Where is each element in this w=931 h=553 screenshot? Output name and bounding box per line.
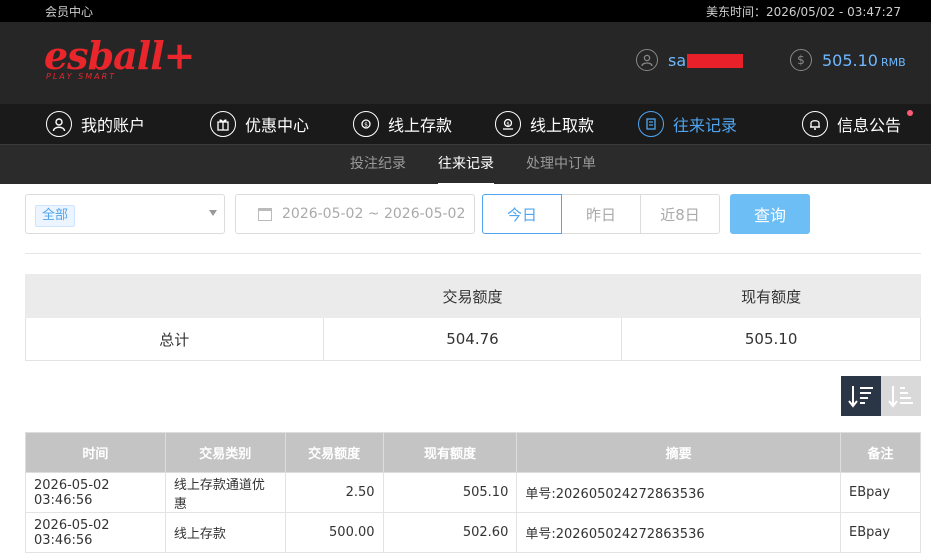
date-range-value: 2026-05-02 ~ 2026-05-02: [282, 206, 466, 222]
cell-time: 2026-05-02 03:46:56: [25, 472, 166, 513]
sub-nav: 投注纪录 往来记录 处理中订单: [0, 144, 931, 185]
summary-header: [25, 274, 324, 318]
summary-header-row: 交易额度 现有额度: [25, 274, 921, 318]
calendar-icon: [258, 207, 272, 221]
nav-transaction-records[interactable]: 往来记录: [638, 104, 737, 144]
date-range-picker[interactable]: 2026-05-02 ~ 2026-05-02: [235, 194, 475, 234]
username-text: sa: [668, 50, 687, 70]
subtab-pending-orders[interactable]: 处理中订单: [526, 145, 596, 185]
summary-cell: 504.76: [322, 317, 623, 361]
today-button[interactable]: 今日: [482, 194, 562, 234]
nav-label: 信息公告: [837, 116, 902, 135]
eastern-time-display: 美东时间：2026/05/02 - 03:47:27: [705, 4, 901, 19]
cell-balance: 505.10: [382, 472, 518, 513]
sort-asc-icon: [888, 386, 913, 408]
cell-remarks: EBpay: [840, 512, 921, 553]
records-table: 时间 交易类别 交易额度 现有额度 摘要 备注 2026-05-02 03:46…: [25, 432, 921, 553]
filter-bar: 全部 2026-05-02 ~ 2026-05-02 今日 昨日 近8日 查询: [0, 194, 931, 234]
column-header-summary: 摘要: [516, 432, 842, 473]
nav-label: 线上取款: [530, 116, 595, 135]
deposit-icon: $: [353, 111, 379, 137]
column-header-remarks: 备注: [840, 432, 921, 473]
summary-row: 总计 504.76 505.10: [25, 317, 921, 361]
cell-type: 线上存款通道优惠: [164, 472, 286, 513]
header: esball+ PLAY SMART sa $ 505.10 RMB: [0, 22, 931, 104]
withdraw-icon: $: [495, 111, 521, 137]
summary-cell: 总计: [25, 317, 324, 361]
column-header-type: 交易类别: [164, 432, 286, 473]
user-info[interactable]: sa: [636, 49, 744, 71]
summary-header: 交易额度: [322, 274, 623, 318]
cell-remarks: EBpay: [840, 472, 921, 513]
notification-dot: [907, 110, 913, 116]
balance-display: 505.10 RMB: [822, 51, 906, 70]
query-button[interactable]: 查询: [730, 194, 810, 234]
table-row: 2026-05-02 03:46:56 线上存款 500.00 502.60 单…: [25, 512, 921, 553]
column-header-balance: 现有额度: [382, 432, 518, 473]
balance-info: $ 505.10 RMB: [790, 49, 906, 71]
svg-text:$: $: [506, 121, 510, 127]
sort-ascending-button[interactable]: [881, 376, 921, 416]
records-header-row: 时间 交易类别 交易额度 现有额度 摘要 备注: [25, 432, 921, 473]
chevron-down-icon: [209, 210, 217, 216]
nav-label: 线上存款: [388, 116, 453, 135]
main-nav: 我的账户 优惠中心 $ 线上存款 $ 线上取款 往来记录 信息公告: [0, 104, 931, 144]
selected-type-tag: 全部: [35, 205, 76, 227]
nav-announcements[interactable]: 信息公告: [802, 104, 901, 144]
balance-value: 505.10: [822, 50, 878, 70]
sort-desc-icon: [848, 386, 873, 408]
transaction-type-select[interactable]: 全部: [25, 194, 225, 234]
nav-label: 往来记录: [673, 116, 738, 135]
cell-summary: 单号:202605024272863536: [516, 472, 842, 513]
cell-amount: 500.00: [284, 512, 384, 553]
summary-cell: 505.10: [621, 317, 921, 361]
nav-online-deposit[interactable]: $ 线上存款: [353, 104, 452, 144]
username: sa: [668, 50, 744, 70]
records-icon: [638, 111, 664, 137]
brand-logo[interactable]: esball+ PLAY SMART: [44, 33, 195, 82]
summary-table: 交易额度 现有额度 总计 504.76 505.10: [25, 274, 921, 361]
cell-time: 2026-05-02 03:46:56: [25, 512, 166, 553]
divider: [25, 253, 921, 254]
cell-amount: 2.50: [284, 472, 384, 513]
user-avatar-icon: [636, 49, 658, 71]
gift-icon: [210, 111, 236, 137]
column-header-time: 时间: [25, 432, 166, 473]
bell-icon: [802, 111, 828, 137]
subtab-transaction-records[interactable]: 往来记录: [438, 145, 494, 185]
user-icon: [46, 111, 72, 137]
member-center-link[interactable]: 会员中心: [45, 3, 93, 20]
cell-summary: 单号:202605024272863536: [516, 512, 842, 553]
svg-text:$: $: [364, 122, 368, 129]
logo-text: esball+: [44, 33, 195, 78]
yesterday-button[interactable]: 昨日: [561, 194, 641, 234]
summary-header: 现有额度: [621, 274, 921, 318]
subtab-bet-records[interactable]: 投注纪录: [350, 145, 406, 185]
sort-descending-button[interactable]: [841, 376, 881, 416]
redaction-bar: [687, 54, 744, 68]
table-row: 2026-05-02 03:46:56 线上存款通道优惠 2.50 505.10…: [25, 472, 921, 513]
nav-label: 我的账户: [81, 116, 146, 135]
nav-online-withdraw[interactable]: $ 线上取款: [495, 104, 594, 144]
top-strip: 会员中心 美东时间：2026/05/02 - 03:47:27: [0, 0, 931, 22]
nav-my-account[interactable]: 我的账户: [46, 104, 145, 144]
cell-type: 线上存款: [164, 512, 286, 553]
balance-unit: RMB: [880, 55, 906, 69]
last-8-days-button[interactable]: 近8日: [640, 194, 720, 234]
column-header-amount: 交易额度: [284, 432, 384, 473]
nav-promotions[interactable]: 优惠中心: [210, 104, 309, 144]
dollar-icon: $: [790, 49, 812, 71]
cell-balance: 502.60: [382, 512, 518, 553]
nav-label: 优惠中心: [245, 116, 310, 135]
